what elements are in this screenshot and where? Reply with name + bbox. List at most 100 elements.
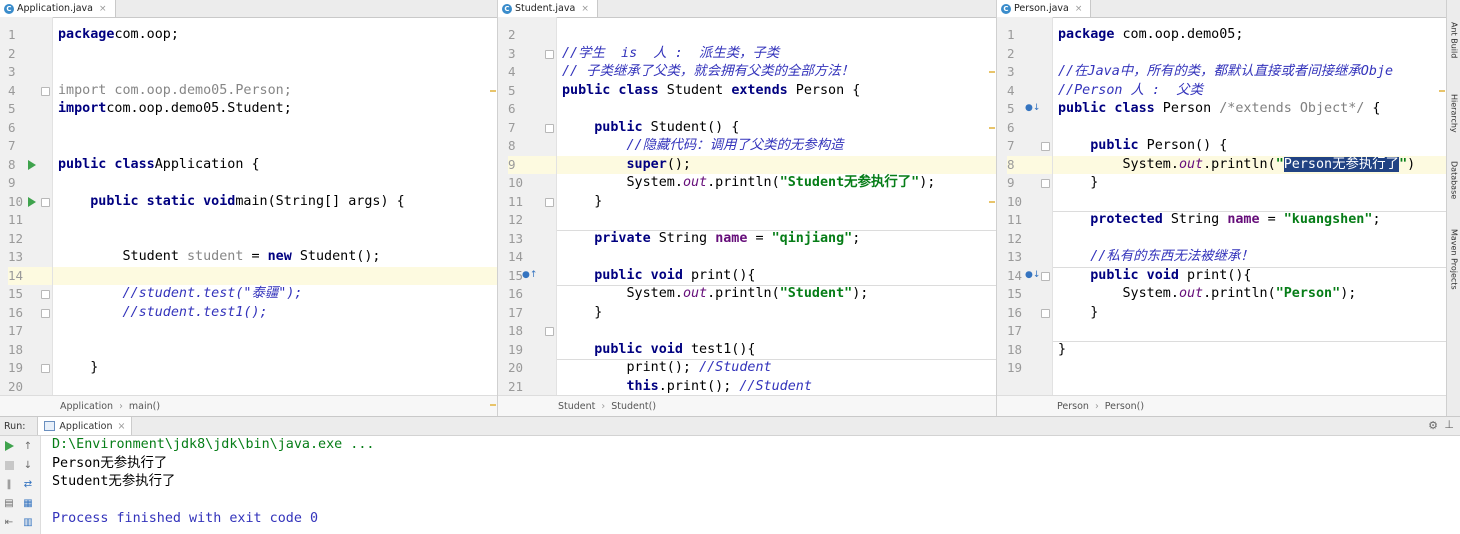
code-line[interactable] <box>557 322 996 341</box>
code-line[interactable]: public Student() { <box>557 119 996 138</box>
code-line[interactable] <box>53 266 497 285</box>
code-line[interactable] <box>557 248 996 267</box>
code-line[interactable]: Student student = new Student(); <box>53 248 497 267</box>
scroll-marker[interactable] <box>989 200 995 203</box>
breadcrumb-class[interactable]: Student <box>558 401 595 412</box>
breadcrumb-method[interactable]: Student() <box>611 401 656 412</box>
sidebar-tab-database[interactable]: Database <box>1447 152 1460 208</box>
fold-icon[interactable] <box>41 197 50 207</box>
code-line[interactable]: System.out.println("Student"); <box>557 285 996 304</box>
code-line[interactable]: public void test1(){ <box>557 341 996 360</box>
scroll-marker[interactable] <box>490 89 496 92</box>
scroll-marker[interactable] <box>490 404 496 406</box>
code-line[interactable]: // 子类继承了父类，就会拥有父类的全部方法！ <box>557 63 996 82</box>
sidebar-tab-ant-build[interactable]: Ant Build <box>1447 10 1460 70</box>
code-line[interactable] <box>1053 359 1446 378</box>
code-line[interactable]: importcom.oop.demo05.Student; <box>53 100 497 119</box>
code-line[interactable] <box>53 45 497 64</box>
code-line[interactable] <box>1053 230 1446 249</box>
run-gutter-icon[interactable] <box>28 160 36 170</box>
dump-threads-icon[interactable]: ▤ <box>3 497 15 509</box>
code-line[interactable]: //私有的东西无法被继承！ <box>1053 248 1446 268</box>
down-arrow-icon[interactable]: ↓ <box>22 459 34 471</box>
code-line[interactable]: packagecom.oop; <box>53 26 497 45</box>
code-line[interactable] <box>557 211 996 231</box>
fold-icon[interactable] <box>545 123 554 133</box>
close-icon[interactable]: × <box>118 421 126 432</box>
code-line[interactable]: //隐藏代码：调用了父类的无参构造 <box>557 137 996 156</box>
code-line[interactable] <box>1053 322 1446 342</box>
code-line[interactable] <box>53 378 497 396</box>
soft-wrap-icon[interactable]: ⇄ <box>22 478 34 490</box>
code-line[interactable]: } <box>557 193 996 212</box>
overridden-icon[interactable]: ●↓ <box>1025 270 1040 280</box>
code-line[interactable]: } <box>1053 174 1446 193</box>
code-line[interactable]: public void print(){ <box>557 267 996 286</box>
sidebar-tab-hierarchy[interactable]: Hierarchy <box>1447 82 1460 144</box>
code-line[interactable]: //在Java中，所有的类，都默认直接或者间接继承Obje <box>1053 63 1446 82</box>
fold-icon[interactable] <box>1041 308 1050 318</box>
code-line[interactable]: import com.oop.demo05.Person; <box>53 82 497 101</box>
code-line[interactable]: System.out.println("Person"); <box>1053 285 1446 304</box>
tab-person-java[interactable]: C Person.java × <box>997 0 1092 17</box>
code-area[interactable]: packagecom.oop; import com.oop.demo05.Per… <box>53 17 497 395</box>
code-line[interactable] <box>1053 45 1446 64</box>
code-line[interactable] <box>53 137 497 156</box>
code-line[interactable] <box>557 26 996 45</box>
fold-icon[interactable] <box>41 308 50 318</box>
code-line[interactable] <box>1053 193 1446 212</box>
run-gutter-icon[interactable] <box>28 197 36 207</box>
code-line[interactable]: public class Person /*extends Object*/ { <box>1053 100 1446 119</box>
code-line[interactable] <box>53 322 497 341</box>
code-line[interactable]: } <box>557 304 996 323</box>
fold-icon[interactable] <box>545 327 554 336</box>
tab-student-java[interactable]: C Student.java × <box>498 0 598 17</box>
scroll-marker[interactable] <box>989 71 995 73</box>
code-line[interactable]: public void print(){ <box>1053 267 1446 286</box>
code-line[interactable]: } <box>53 359 497 378</box>
run-tab-application[interactable]: Application × <box>37 417 133 435</box>
code-line[interactable] <box>53 119 497 138</box>
fold-icon[interactable] <box>41 86 50 96</box>
pause-icon[interactable]: ‖ <box>3 478 15 490</box>
scroll-marker[interactable] <box>989 126 995 129</box>
code-line[interactable]: public class Student extends Person { <box>557 82 996 101</box>
breadcrumb-method[interactable]: Person() <box>1105 401 1144 412</box>
code-line[interactable]: //学生 is 人 : 派生类，子类 <box>557 45 996 64</box>
code-line[interactable] <box>53 63 497 82</box>
breadcrumb-method[interactable]: main() <box>129 401 160 412</box>
code-line[interactable]: //Person 人 : 父类 <box>1053 82 1446 101</box>
code-line[interactable]: package com.oop.demo05; <box>1053 26 1446 45</box>
code-line[interactable]: public Person() { <box>1053 137 1446 156</box>
breadcrumb-class[interactable]: Application <box>60 401 113 412</box>
console-output[interactable]: D:\Environment\jdk8\jdk\bin\java.exe ...… <box>52 436 1460 534</box>
code-area[interactable]: //学生 is 人 : 派生类，子类// 子类继承了父类，就会拥有父类的全部方法… <box>557 17 996 395</box>
trash-icon[interactable]: ▥ <box>22 516 34 528</box>
close-icon[interactable]: × <box>581 4 589 14</box>
code-line[interactable] <box>1053 119 1446 138</box>
hide-icon[interactable]: ⊥ <box>1444 418 1454 431</box>
code-line[interactable]: protected String name = "kuangshen"; <box>1053 211 1446 230</box>
sidebar-tab-maven-projects[interactable]: Maven Projects <box>1447 218 1460 300</box>
close-icon[interactable]: × <box>99 4 107 14</box>
fold-icon[interactable] <box>1041 142 1050 151</box>
code-line[interactable]: System.out.println("Student无参执行了"); <box>557 174 996 193</box>
code-line[interactable]: } <box>1053 304 1446 323</box>
code-line[interactable]: this.print(); //Student <box>557 378 996 396</box>
code-line[interactable]: //student.test("泰疆"); <box>53 285 497 304</box>
code-line[interactable] <box>53 211 497 230</box>
scroll-marker[interactable] <box>1439 89 1445 92</box>
code-line[interactable] <box>557 100 996 119</box>
tab-application-java[interactable]: C Application.java × <box>0 0 116 17</box>
breadcrumb-class[interactable]: Person <box>1057 401 1089 412</box>
print-icon[interactable]: ▦ <box>22 497 34 509</box>
code-line[interactable]: } <box>1053 341 1446 360</box>
overrides-icon[interactable]: ●↑ <box>522 270 537 280</box>
code-line[interactable]: public classApplication { <box>53 156 497 175</box>
code-line[interactable]: public static voidmain(String[] args) { <box>53 193 497 212</box>
code-area[interactable]: package com.oop.demo05; //在Java中，所有的类，都默认… <box>1053 17 1446 395</box>
up-arrow-icon[interactable]: ↑ <box>22 440 34 452</box>
fold-icon[interactable] <box>545 49 554 59</box>
code-line[interactable]: private String name = "qinjiang"; <box>557 230 996 249</box>
fold-icon[interactable] <box>41 290 50 299</box>
